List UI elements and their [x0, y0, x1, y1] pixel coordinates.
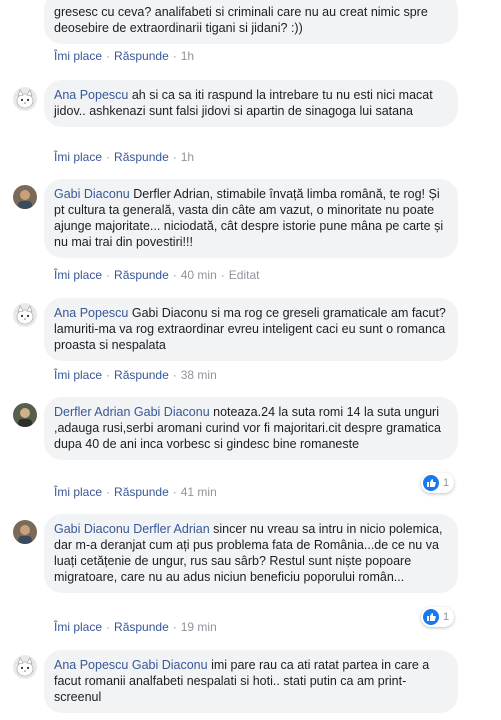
mention-link[interactable]: Gabi Diaconu	[134, 405, 210, 419]
reaction-count[interactable]: 1	[421, 607, 455, 627]
avatar[interactable]	[13, 87, 37, 111]
comment-bubble: Ana Popescu Gabi Diaconu si ma rog ce gr…	[44, 298, 458, 361]
reply-link[interactable]: Răspunde	[114, 485, 169, 499]
author-name[interactable]: Gabi Diaconu	[54, 522, 130, 536]
author-name[interactable]: Derfler Adrian	[54, 405, 130, 419]
timestamp[interactable]: 19 min	[181, 620, 217, 634]
author-name[interactable]: Ana Popescu	[54, 88, 128, 102]
cat-avatar-icon	[13, 303, 37, 327]
reply-link[interactable]: Răspunde	[114, 268, 169, 282]
person-avatar-icon	[13, 185, 37, 209]
comment-actions: Îmi place · Răspunde · 1h	[54, 150, 195, 164]
comment-bubble: Gabi Diaconu Derfler Adrian sincer nu vr…	[44, 514, 458, 593]
timestamp[interactable]: 41 min	[181, 485, 217, 499]
reply-link[interactable]: Răspunde	[114, 368, 169, 382]
comment-text: gresesc cu ceva? analifabeti si criminal…	[54, 5, 428, 35]
timestamp[interactable]: 38 min	[181, 368, 217, 382]
mention-link[interactable]: Gabi Diaconu	[132, 658, 208, 672]
timestamp[interactable]: 1h	[181, 150, 194, 164]
like-link[interactable]: Îmi place	[54, 268, 102, 282]
cat-avatar-icon	[13, 87, 37, 111]
comment-bubble: gresesc cu ceva? analifabeti si criminal…	[44, 0, 458, 44]
reply-link[interactable]: Răspunde	[114, 49, 169, 63]
author-name[interactable]: Ana Popescu	[54, 306, 128, 320]
mention-link[interactable]: Derfler Adrian	[133, 522, 209, 536]
edited-label[interactable]: Editat	[229, 268, 260, 282]
reaction-number: 1	[443, 611, 450, 623]
timestamp[interactable]: 40 min	[181, 268, 217, 282]
avatar[interactable]	[13, 303, 37, 327]
like-icon	[423, 475, 439, 491]
author-name[interactable]: Ana Popescu	[54, 658, 128, 672]
comment-bubble: Gabi Diaconu Derfler Adrian, stimabile î…	[44, 179, 458, 258]
avatar[interactable]	[13, 403, 37, 427]
like-link[interactable]: Îmi place	[54, 368, 102, 382]
cat-avatar-icon	[13, 655, 37, 679]
person-avatar-icon	[13, 403, 37, 427]
comment-actions: Îmi place · Răspunde · 40 min · Editat	[54, 268, 260, 282]
reply-link[interactable]: Răspunde	[114, 620, 169, 634]
comment-actions: Îmi place · Răspunde · 41 min	[54, 485, 217, 499]
like-link[interactable]: Îmi place	[54, 150, 102, 164]
reply-link[interactable]: Răspunde	[114, 150, 169, 164]
avatar[interactable]	[13, 185, 37, 209]
comment-bubble: Ana Popescu ah si ca sa iti raspund la i…	[44, 80, 458, 127]
person-avatar-icon	[13, 520, 37, 544]
like-link[interactable]: Îmi place	[54, 620, 102, 634]
timestamp[interactable]: 1h	[181, 49, 194, 63]
comment-actions: Îmi place · Răspunde · 38 min	[54, 368, 217, 382]
like-icon	[423, 609, 439, 625]
comment-bubble: Ana Popescu Gabi Diaconu imi pare rau ca…	[44, 650, 458, 713]
comment-bubble: Derfler Adrian Gabi Diaconu noteaza.24 l…	[44, 397, 458, 460]
comment-actions: Îmi place · Răspunde · 1h	[54, 49, 195, 63]
like-link[interactable]: Îmi place	[54, 485, 102, 499]
reaction-count[interactable]: 1	[421, 473, 455, 493]
comment-actions: Îmi place · Răspunde · 19 min	[54, 620, 217, 634]
like-link[interactable]: Îmi place	[54, 49, 102, 63]
avatar[interactable]	[13, 520, 37, 544]
author-name[interactable]: Gabi Diaconu	[54, 187, 130, 201]
avatar[interactable]	[13, 655, 37, 679]
reaction-number: 1	[443, 477, 450, 489]
